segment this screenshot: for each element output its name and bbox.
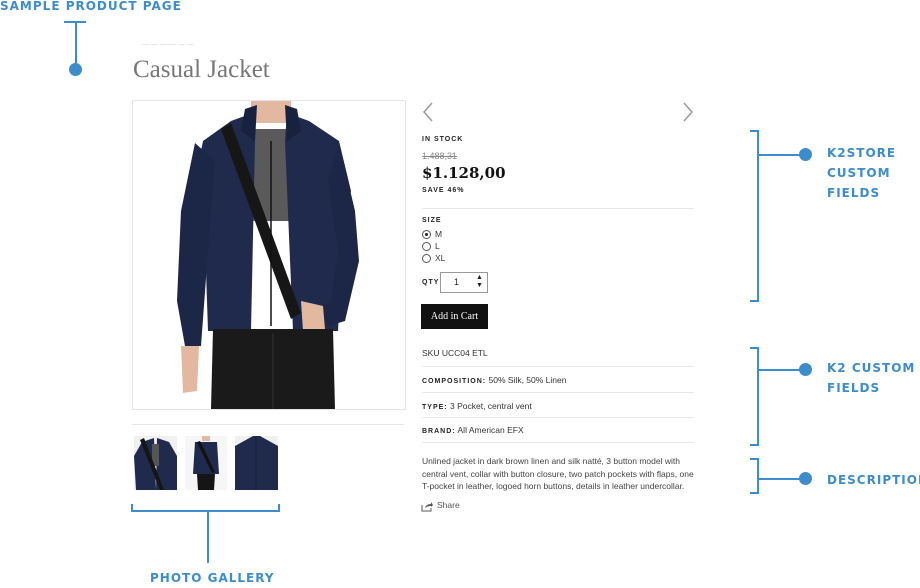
gallery-divider <box>132 424 404 425</box>
gallery-bracket-left <box>131 504 133 512</box>
size-label: SIZE <box>422 217 442 224</box>
type-label: TYPE: <box>422 404 448 411</box>
add-to-cart-button[interactable]: Add in Cart <box>421 304 488 329</box>
annotation-dot <box>69 63 82 76</box>
size-radio-l[interactable] <box>422 242 431 251</box>
gallery-bracket-right <box>278 504 280 512</box>
k2-bracket <box>757 347 759 446</box>
share-icon[interactable] <box>421 499 433 517</box>
annotation-dot <box>799 472 812 485</box>
type-value: 3 Pocket, central vent <box>450 401 532 411</box>
gallery-thumbnail[interactable] <box>235 436 278 490</box>
size-option-label: L <box>435 241 440 251</box>
annotation-line: K2 CUSTOM <box>827 361 916 375</box>
breadcrumb: — — — — — — <box>142 41 194 48</box>
current-price: $1.128,00 <box>422 164 506 182</box>
k2-connector <box>758 369 802 371</box>
discount-badge: SAVE 46% <box>422 187 465 194</box>
divider <box>422 366 694 367</box>
old-price: 1.488,31 <box>422 151 458 161</box>
chevron-right-icon[interactable] <box>682 102 694 127</box>
description-line: central vent, collar with button closure… <box>422 468 694 479</box>
sample-page-annotation: SAMPLE PRODUCT PAGE <box>0 0 182 13</box>
composition-label: COMPOSITION: <box>422 378 487 385</box>
k2store-connector <box>758 154 802 156</box>
product-title: Casual Jacket <box>133 56 270 83</box>
size-radio-m[interactable] <box>422 230 431 239</box>
stepper-icon[interactable]: ▲ ▼ <box>476 274 483 290</box>
divider <box>422 417 694 418</box>
divider <box>422 392 694 393</box>
brand-label: BRAND: <box>422 428 456 435</box>
brand-value: All American EFX <box>457 425 524 435</box>
qty-label: QTY <box>422 279 440 286</box>
share-link[interactable]: Share <box>437 500 460 510</box>
sku: SKU UCC04 ETL <box>422 348 488 358</box>
k2-custom-annotation: K2 CUSTOM FIELDS <box>827 358 915 398</box>
gallery-thumbnail[interactable] <box>185 436 227 490</box>
brand-field: BRAND: All American EFX <box>422 425 524 435</box>
thumbnail-image <box>185 436 227 490</box>
photo-gallery-annotation: PHOTO GALLERY <box>150 571 275 585</box>
description-connector <box>758 478 802 480</box>
gallery-connector <box>207 511 209 563</box>
annotation-dot <box>799 363 812 376</box>
quantity-stepper[interactable]: 1 ▲ ▼ <box>440 272 488 293</box>
stock-status: IN STOCK <box>422 136 464 143</box>
size-radio-xl[interactable] <box>422 254 431 263</box>
product-main-image[interactable] <box>132 100 406 410</box>
description-line: Unlined jacket in dark brown linen and s… <box>422 456 680 466</box>
product-description: Unlined jacket in dark brown linen and s… <box>422 455 694 493</box>
annotation-line: FIELDS <box>827 381 881 395</box>
gallery-thumbnail[interactable] <box>134 436 177 490</box>
composition-value: 50% Silk, 50% Linen <box>488 375 567 385</box>
k2-bracket-top <box>750 347 759 349</box>
divider <box>422 208 694 209</box>
size-option-label: XL <box>435 253 446 263</box>
chevron-left-icon[interactable] <box>422 102 434 127</box>
annotation-dot <box>799 148 812 161</box>
description-bracket-top <box>750 458 759 460</box>
gallery-bracket <box>131 510 280 512</box>
k2store-annotation: K2STORE CUSTOM FIELDS <box>827 143 896 203</box>
k2store-bracket-top <box>750 130 759 132</box>
quantity-value: 1 <box>454 277 460 287</box>
divider <box>422 442 694 443</box>
k2store-bracket-bottom <box>750 300 759 302</box>
description-bracket-bottom <box>750 492 759 494</box>
type-field: TYPE: 3 Pocket, central vent <box>422 401 532 411</box>
description-bracket <box>757 458 759 494</box>
annotation-connector <box>75 21 77 67</box>
thumbnail-image <box>134 436 177 490</box>
jacket-photo <box>177 101 359 409</box>
composition-field: COMPOSITION: 50% Silk, 50% Linen <box>422 375 566 385</box>
description-annotation: DESCRIPTION <box>827 473 920 487</box>
description-line: T-pocket in leather, logoed horn buttons… <box>422 481 685 491</box>
annotation-line: CUSTOM <box>827 166 891 180</box>
size-option-label: M <box>435 229 443 239</box>
k2-bracket-bottom <box>750 444 759 446</box>
thumbnail-image <box>235 436 278 490</box>
annotation-line: K2STORE <box>827 146 897 160</box>
annotation-line: FIELDS <box>827 186 881 200</box>
